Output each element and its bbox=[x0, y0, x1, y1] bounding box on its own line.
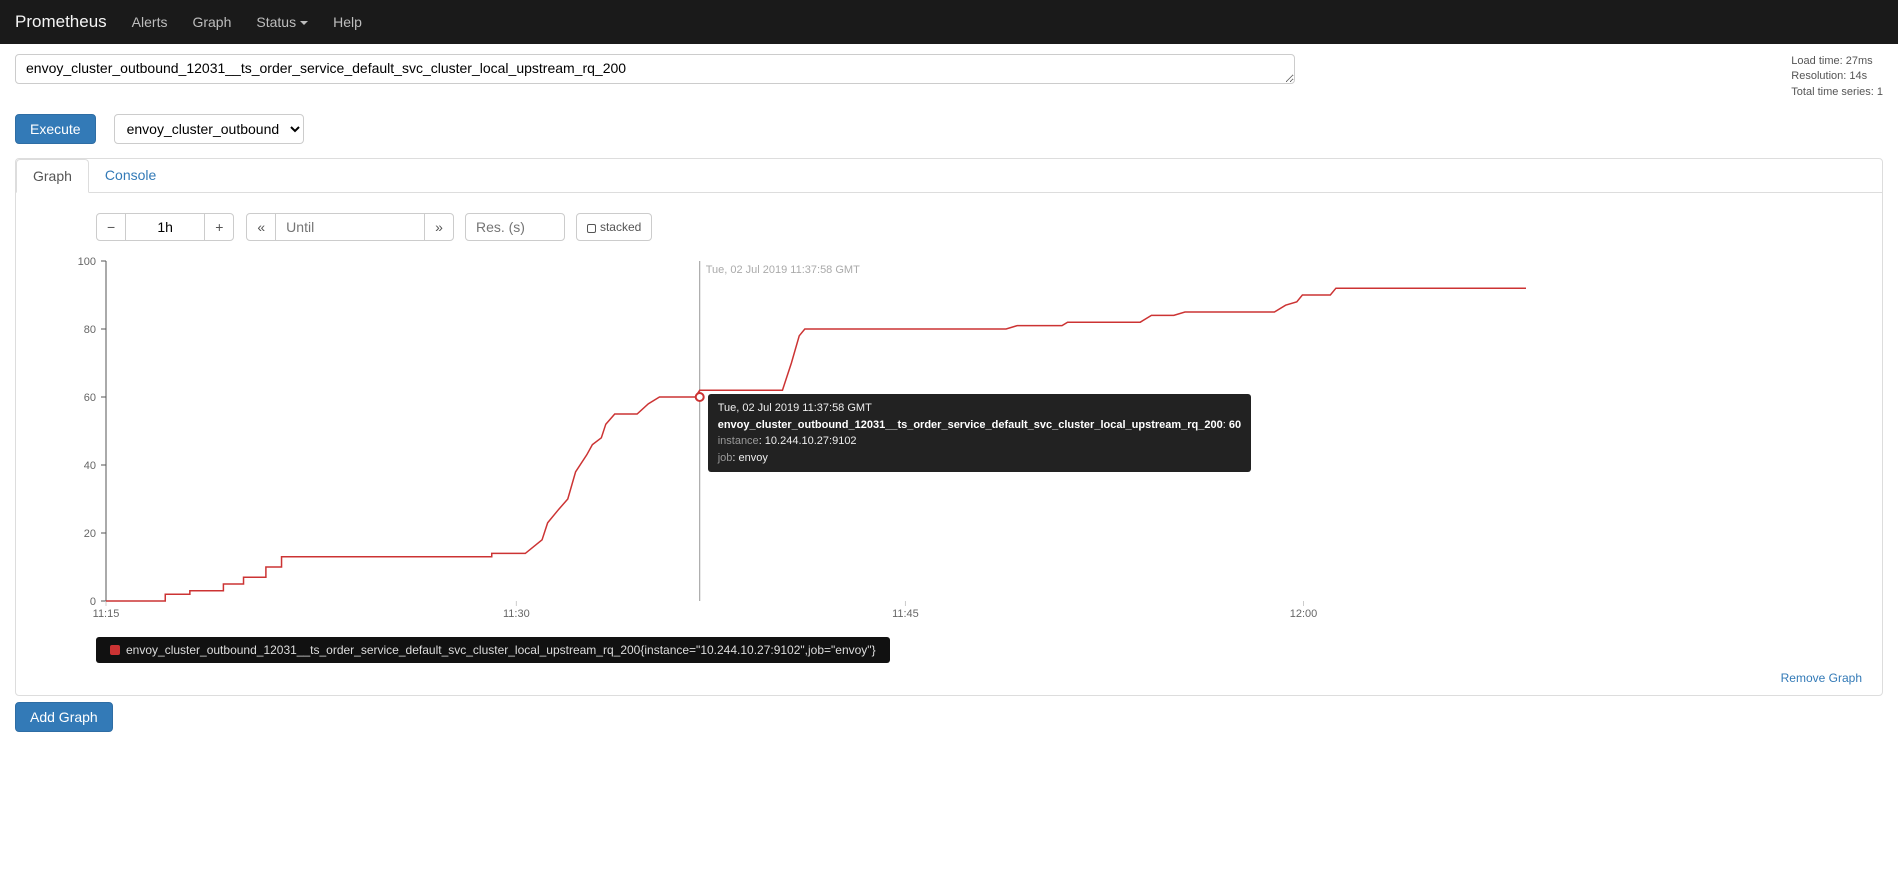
navbar: Prometheus Alerts Graph Status Help bbox=[0, 0, 1898, 44]
navbar-brand: Prometheus bbox=[15, 12, 107, 32]
nav-status[interactable]: Status bbox=[256, 14, 308, 30]
time-left-button[interactable]: « bbox=[246, 213, 276, 241]
stacked-toggle[interactable]: stacked bbox=[576, 213, 652, 241]
metric-select[interactable]: envoy_cluster_outbound_ bbox=[114, 114, 304, 144]
resolution-input[interactable] bbox=[465, 213, 565, 241]
nav-status-label: Status bbox=[256, 14, 296, 30]
range-minus-button[interactable]: − bbox=[96, 213, 126, 241]
chart[interactable]: 0 20 40 60 80 100 11:15 11:30 11:45 12:00 Tue, 02 … bbox=[36, 255, 1862, 625]
svg-text:11:45: 11:45 bbox=[892, 608, 919, 620]
svg-text:100: 100 bbox=[78, 256, 96, 268]
tab-headers: Graph Console bbox=[16, 159, 1882, 193]
svg-text:40: 40 bbox=[84, 460, 96, 472]
svg-text:0: 0 bbox=[90, 596, 96, 608]
graph-toolbar: − + « » stacked bbox=[96, 213, 1862, 241]
tab-console[interactable]: Console bbox=[89, 159, 173, 192]
remove-graph-link[interactable]: Remove Graph bbox=[1781, 671, 1862, 685]
resolution: Resolution: 14s bbox=[1791, 69, 1883, 84]
square-icon bbox=[587, 224, 596, 233]
chevron-down-icon bbox=[300, 21, 308, 25]
svg-text:Tue, 02 Jul 2019 11:37:58 GMT: Tue, 02 Jul 2019 11:37:58 GMT bbox=[706, 264, 860, 276]
time-right-button[interactable]: » bbox=[424, 213, 454, 241]
total-series: Total time series: 1 bbox=[1791, 85, 1883, 100]
svg-text:11:15: 11:15 bbox=[93, 608, 120, 620]
range-input[interactable] bbox=[125, 213, 205, 241]
legend-label: envoy_cluster_outbound_12031__ts_order_s… bbox=[126, 643, 876, 657]
load-time: Load time: 27ms bbox=[1791, 54, 1883, 69]
nav-alerts[interactable]: Alerts bbox=[132, 14, 168, 30]
svg-text:80: 80 bbox=[84, 324, 96, 336]
legend[interactable]: envoy_cluster_outbound_12031__ts_order_s… bbox=[96, 637, 890, 663]
execute-button[interactable]: Execute bbox=[15, 114, 96, 144]
expression-input[interactable]: envoy_cluster_outbound_12031__ts_order_s… bbox=[15, 54, 1295, 84]
nav-help[interactable]: Help bbox=[333, 14, 362, 30]
add-graph-button[interactable]: Add Graph bbox=[15, 702, 113, 732]
nav-graph[interactable]: Graph bbox=[192, 14, 231, 30]
svg-text:60: 60 bbox=[84, 392, 96, 404]
tab-graph[interactable]: Graph bbox=[16, 159, 89, 193]
svg-text:20: 20 bbox=[84, 528, 96, 540]
svg-text:11:30: 11:30 bbox=[503, 608, 530, 620]
until-input[interactable] bbox=[275, 213, 425, 241]
stacked-label: stacked bbox=[600, 220, 641, 234]
range-plus-button[interactable]: + bbox=[204, 213, 234, 241]
legend-swatch bbox=[110, 645, 120, 655]
chart-tooltip: Tue, 02 Jul 2019 11:37:58 GMTenvoy_clust… bbox=[708, 394, 1251, 472]
svg-text:12:00: 12:00 bbox=[1290, 608, 1318, 620]
load-info: Load time: 27ms Resolution: 14s Total ti… bbox=[1751, 54, 1883, 100]
